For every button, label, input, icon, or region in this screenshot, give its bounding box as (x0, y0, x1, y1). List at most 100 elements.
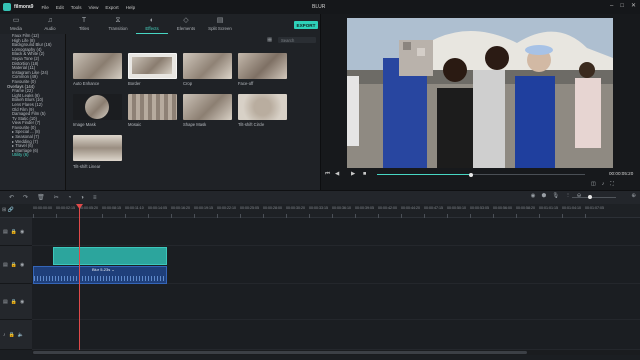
ruler-tick-label: 00:01:01:15 (539, 206, 558, 210)
project-title: BLUR (312, 4, 326, 10)
track-video-3[interactable] (32, 218, 640, 246)
search-input[interactable]: Search (278, 37, 316, 43)
record-voice-icon[interactable]: 🎙 (552, 193, 559, 199)
export-button[interactable]: EXPORT (294, 21, 318, 29)
menu-help[interactable]: Help (126, 5, 135, 10)
tab-label: Split Screen (208, 26, 232, 31)
delete-icon[interactable]: 🗑 (37, 194, 45, 201)
tab-effects[interactable]: ◐ Effects (136, 14, 168, 34)
ruler-tick-label: 00:00:53:05 (470, 206, 489, 210)
preview-timecode: 00:00:05:20 (609, 171, 634, 176)
effect-thumb-shape-mask[interactable] (183, 94, 232, 120)
lock-icon[interactable]: 🔒 (9, 332, 15, 338)
zoom-out-icon[interactable]: ⊖ (577, 193, 582, 199)
fullscreen-icon[interactable]: ⛶ (610, 181, 614, 187)
step-back-icon[interactable]: ◀ (335, 171, 339, 177)
redo-icon[interactable]: ↷ (23, 194, 28, 201)
split-audio-icon[interactable]: ⋮ (565, 193, 571, 199)
play-icon[interactable]: ▶ (351, 171, 355, 177)
add-track-icon[interactable]: ⊞ 🔗 (2, 207, 14, 213)
search-placeholder: Search (281, 37, 295, 43)
zoom-slider[interactable] (572, 197, 616, 198)
audio-mixer-icon[interactable]: ≡ (93, 195, 97, 201)
lock-icon[interactable]: 🔒 (11, 262, 17, 268)
ruler-tick-label: 00:00:42:00 (378, 206, 397, 210)
effects-icon: ◐ (149, 16, 155, 24)
lock-icon[interactable]: 🔒 (11, 299, 17, 305)
track-type-icon: ▤ (3, 298, 8, 305)
undo-icon[interactable]: ↶ (9, 194, 14, 201)
preview-options: ◫ ♪ ⛶ (591, 181, 614, 187)
elements-icon: ◇ (183, 17, 189, 24)
maximize-icon[interactable]: □ (620, 3, 624, 10)
playhead[interactable] (79, 204, 80, 350)
media-toolbar: ▭ Media ♫ Audio T Titles ⧖ Transition ◐ Effec… (0, 14, 320, 34)
zoom-in-icon[interactable]: ⊕ (631, 193, 636, 199)
tab-label: Audio (44, 26, 56, 31)
snapshot-icon[interactable]: ◫ (591, 181, 596, 187)
marker-icon[interactable]: ⬢ (541, 193, 546, 199)
effect-thumb-image-mask[interactable] (73, 94, 122, 120)
effect-clip-mosaic[interactable] (53, 247, 167, 265)
menu-edit[interactable]: Edit (56, 5, 64, 10)
speaker-icon[interactable]: 🔈 (18, 332, 24, 338)
lock-icon[interactable]: 🔒 (11, 229, 17, 235)
grid-view-icon[interactable]: ▦ (267, 37, 272, 43)
ruler-tick-label: 00:00:25:05 (240, 206, 259, 210)
tab-elements[interactable]: ◇ Elements (170, 14, 202, 34)
playback-scrubber[interactable] (377, 172, 585, 177)
category-item[interactable]: Utility (6) (0, 153, 65, 158)
scrubber-progress (377, 174, 471, 175)
tab-audio[interactable]: ♫ Audio (34, 14, 66, 34)
render-icon[interactable]: ◉ (531, 193, 536, 199)
effect-thumb-crop[interactable] (183, 53, 232, 79)
ruler-tick-label: 00:00:00:00 (33, 206, 52, 210)
effect-thumb-auto-enhance[interactable] (73, 53, 122, 79)
window-controls: – □ ✕ (610, 3, 636, 10)
tab-media[interactable]: ▭ Media (0, 14, 32, 34)
tab-split-screen[interactable]: ▤ Split Screen (204, 14, 236, 34)
clip-label: Blur 5-23s ⌄ (92, 267, 115, 272)
ruler-tick-label: 00:00:14:05 (148, 206, 167, 210)
track-video-1[interactable] (32, 284, 640, 320)
effect-thumb-tilt-shift-linear[interactable] (73, 135, 122, 161)
stop-icon[interactable]: ■ (363, 171, 366, 177)
split-screen-icon: ▤ (216, 17, 224, 24)
eye-icon[interactable]: ◉ (20, 229, 24, 235)
effect-label: Image Mask (73, 122, 96, 127)
menu-tools[interactable]: Tools (71, 5, 82, 10)
tab-transition[interactable]: ⧖ Transition (102, 14, 134, 34)
effect-thumb-face-off[interactable] (238, 53, 287, 79)
tab-label: Media (10, 26, 22, 31)
menu-view[interactable]: View (89, 5, 99, 10)
effect-thumb-tilt-shift-circle[interactable] (238, 94, 287, 120)
tab-label: Effects (145, 25, 159, 31)
scrubber-handle[interactable] (468, 172, 473, 177)
effect-thumb-mosaic[interactable] (128, 94, 177, 120)
effect-thumb-border[interactable] (128, 53, 177, 79)
music-note-icon: ♫ (47, 17, 53, 24)
speed-icon[interactable]: ◔ (68, 195, 72, 201)
eye-icon[interactable]: ◉ (20, 262, 24, 268)
effect-label: Auto Enhance (73, 81, 100, 86)
menu-file[interactable]: File (41, 5, 48, 10)
timeline-scrollbar-thumb[interactable] (33, 351, 527, 354)
zoom-slider-handle[interactable] (588, 195, 592, 199)
close-icon[interactable]: ✕ (631, 3, 636, 10)
track-type-icon: ▤ (3, 228, 8, 235)
skip-back-icon[interactable]: ⏮ (325, 171, 330, 178)
eye-icon[interactable]: ◉ (20, 299, 24, 305)
menu-export[interactable]: Export (105, 5, 118, 10)
volume-icon[interactable]: ♪ (602, 181, 605, 187)
ruler-tick-label: 00:00:30:20 (286, 206, 305, 210)
color-icon[interactable]: ◑ (80, 195, 84, 201)
ruler-tick-label: 00:00:22:10 (217, 206, 236, 210)
preview-image (347, 18, 613, 168)
tab-titles[interactable]: T Titles (68, 14, 100, 34)
music-note-icon: ♪ (3, 331, 6, 338)
tab-label: Transition (108, 26, 128, 31)
track-audio-1[interactable] (32, 320, 640, 350)
title-bar: filmora9 File Edit Tools View Export Hel… (0, 0, 640, 14)
cut-icon[interactable]: ✂ (54, 194, 59, 201)
minimize-icon[interactable]: – (610, 3, 613, 10)
